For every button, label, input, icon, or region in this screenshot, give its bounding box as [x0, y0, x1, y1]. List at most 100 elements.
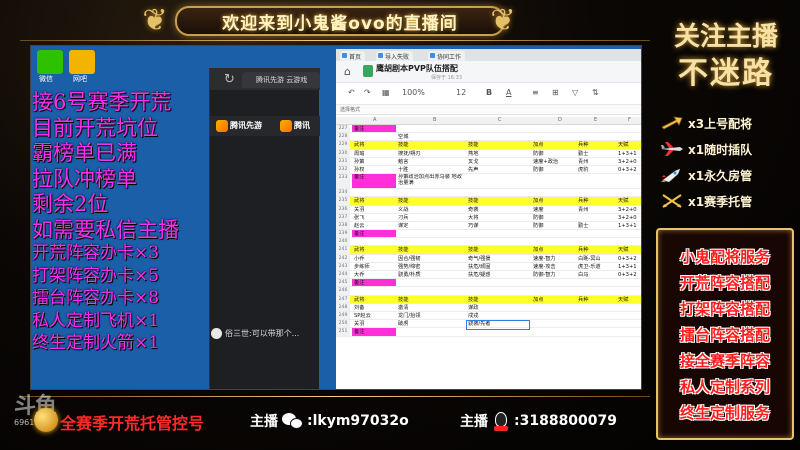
table-cell[interactable]: 小乔 — [352, 255, 396, 262]
table-cell[interactable] — [616, 312, 641, 319]
table-cell[interactable] — [531, 230, 575, 237]
table-cell[interactable]: 武将 — [352, 197, 396, 204]
column-header[interactable]: C — [498, 117, 502, 123]
row-number[interactable]: 248 — [336, 303, 350, 311]
sort-icon[interactable]: ⇅ — [592, 88, 599, 97]
table-cell[interactable] — [576, 230, 616, 237]
table-cell[interactable] — [531, 125, 575, 132]
row-number[interactable]: 241 — [336, 246, 350, 254]
table-cell[interactable] — [616, 304, 641, 311]
row-number[interactable]: 236 — [336, 205, 350, 213]
table-cell[interactable] — [576, 133, 616, 140]
row-number[interactable]: 234 — [336, 189, 350, 197]
table-cell[interactable]: 1+3+1 — [616, 150, 641, 157]
table-row[interactable]: 237 张飞 刁兵 大将 防御 3+2+0 — [336, 213, 641, 222]
table-cell[interactable]: 扶危/顽固 — [466, 263, 530, 270]
table-row[interactable]: 231 孙策 勉言 叉戈 速度+政治 青州 3+2+0 — [336, 157, 641, 166]
table-cell[interactable]: 兵种 — [576, 141, 616, 148]
table-cell[interactable]: 叉戈 — [466, 158, 530, 165]
table-cell[interactable] — [466, 230, 530, 237]
column-header[interactable]: D — [558, 117, 562, 123]
table-cell[interactable]: 天赋 — [616, 246, 641, 253]
table-cell[interactable]: 孙权 — [352, 166, 396, 173]
table-cell[interactable] — [396, 287, 464, 294]
table-cell[interactable]: 空城 — [396, 133, 464, 140]
table-cell[interactable]: 速度+政治 — [531, 158, 575, 165]
table-cell[interactable]: SP赵云 — [352, 312, 396, 319]
spreadsheet-grid[interactable]: A B C D E F 227 备注 228 空城 229 武将 技能 技能 加点 兵种 天赋 230… — [336, 117, 641, 337]
table-cell[interactable]: 0+3+2 — [616, 271, 641, 278]
document-title[interactable]: 鹰胡剧本PVP队伍搭配 — [376, 63, 458, 74]
row-number[interactable]: 230 — [336, 149, 350, 157]
table-cell[interactable]: 3+2+0 — [616, 158, 641, 165]
table-cell[interactable] — [531, 174, 575, 188]
row-number[interactable]: 240 — [336, 238, 350, 246]
table-cell[interactable] — [616, 279, 641, 286]
table-cell[interactable] — [616, 189, 641, 196]
table-cell[interactable]: 青州 — [576, 158, 616, 165]
table-cell[interactable]: 技能 — [396, 197, 464, 204]
column-header[interactable]: B — [433, 117, 436, 123]
table-cell[interactable]: 勤士 — [576, 222, 616, 229]
table-cell[interactable]: 孙策 — [352, 158, 396, 165]
table-header-row[interactable]: 241 武将 技能 技能 加点 兵种 天赋 — [336, 246, 641, 255]
table-cell[interactable]: 备注 — [352, 279, 396, 287]
table-cell[interactable] — [616, 174, 641, 188]
table-cell[interactable]: 义战 — [396, 206, 464, 213]
table-row[interactable]: 234 — [336, 189, 641, 198]
row-number[interactable]: 228 — [336, 133, 350, 141]
table-cell[interactable] — [466, 189, 530, 196]
table-row[interactable]: 236 关羽 义战 奇袭 速度 青州 3+2+0 — [336, 205, 641, 214]
table-cell[interactable] — [576, 214, 616, 221]
row-number[interactable]: 238 — [336, 221, 350, 230]
table-header-row[interactable]: 229 武将 技能 技能 加点 兵种 天赋 — [336, 141, 641, 150]
table-cell[interactable]: 刁兵 — [396, 214, 464, 221]
table-cell[interactable]: 激清 — [396, 304, 464, 311]
row-number[interactable]: 250 — [336, 320, 350, 328]
row-number[interactable]: 232 — [336, 165, 350, 174]
table-cell[interactable]: 搜抚/朔刃 — [396, 150, 464, 157]
table-cell[interactable] — [576, 279, 616, 286]
row-number[interactable]: 231 — [336, 157, 350, 165]
table-cell[interactable]: 防御 — [531, 222, 575, 229]
font-size-select[interactable]: 12 — [456, 88, 466, 97]
table-cell[interactable] — [531, 238, 575, 245]
table-cell[interactable] — [616, 230, 641, 237]
table-cell[interactable]: 周瑜 — [352, 150, 396, 157]
table-cell[interactable] — [616, 328, 641, 335]
table-cell[interactable] — [531, 287, 575, 294]
browser-tab[interactable]: 协同工作 — [428, 51, 466, 61]
table-row[interactable]: 242 小乔 因合/强韧 奇气/强援 速度-智力 白毦-冥山 0+3+2 — [336, 254, 641, 263]
table-row[interactable]: 230 周瑜 搜抚/朔刃 燕地 防御 勤士 1+3+1 — [336, 149, 641, 158]
table-cell[interactable] — [396, 279, 464, 286]
table-cell[interactable]: 因合/强韧 — [396, 255, 464, 262]
row-number[interactable]: 246 — [336, 287, 350, 295]
table-row[interactable]: 248 刘备 激清 谋政 — [336, 303, 641, 312]
table-cell[interactable] — [352, 238, 396, 245]
table-cell[interactable]: 技能 — [466, 197, 530, 204]
table-cell[interactable] — [466, 287, 530, 294]
table-cell[interactable] — [616, 320, 641, 327]
table-row[interactable]: 245 备注 — [336, 279, 641, 288]
table-cell[interactable]: 武将 — [352, 296, 396, 303]
table-cell[interactable]: 兵种 — [576, 296, 616, 303]
table-cell[interactable]: 速度-攻击 — [531, 263, 575, 270]
row-number[interactable]: 227 — [336, 125, 350, 133]
table-header-row[interactable]: 247 武将 技能 技能 加点 兵种 天赋 — [336, 295, 641, 304]
table-cell[interactable]: 奇袭 — [466, 206, 530, 213]
table-row[interactable]: 244 大乔 骁勇/朴质 扶危/疑惑 防御-智力 白马 0+3+2 — [336, 271, 641, 280]
table-cell[interactable]: 燕地 — [466, 150, 530, 157]
table-cell[interactable] — [396, 328, 464, 335]
table-cell[interactable] — [576, 238, 616, 245]
row-number[interactable]: 243 — [336, 262, 350, 270]
table-cell[interactable] — [396, 238, 464, 245]
table-cell[interactable] — [616, 133, 641, 140]
table-cell[interactable]: 防御 — [531, 214, 575, 221]
table-cell[interactable]: 赵云 — [352, 222, 396, 229]
row-number[interactable]: 249 — [336, 311, 350, 320]
merge-icon[interactable]: ⊞ — [552, 88, 559, 97]
table-cell[interactable]: 大将 — [466, 214, 530, 221]
table-cell[interactable] — [576, 287, 616, 294]
home-icon[interactable]: ⌂ — [344, 65, 351, 78]
row-number[interactable]: 247 — [336, 295, 350, 303]
